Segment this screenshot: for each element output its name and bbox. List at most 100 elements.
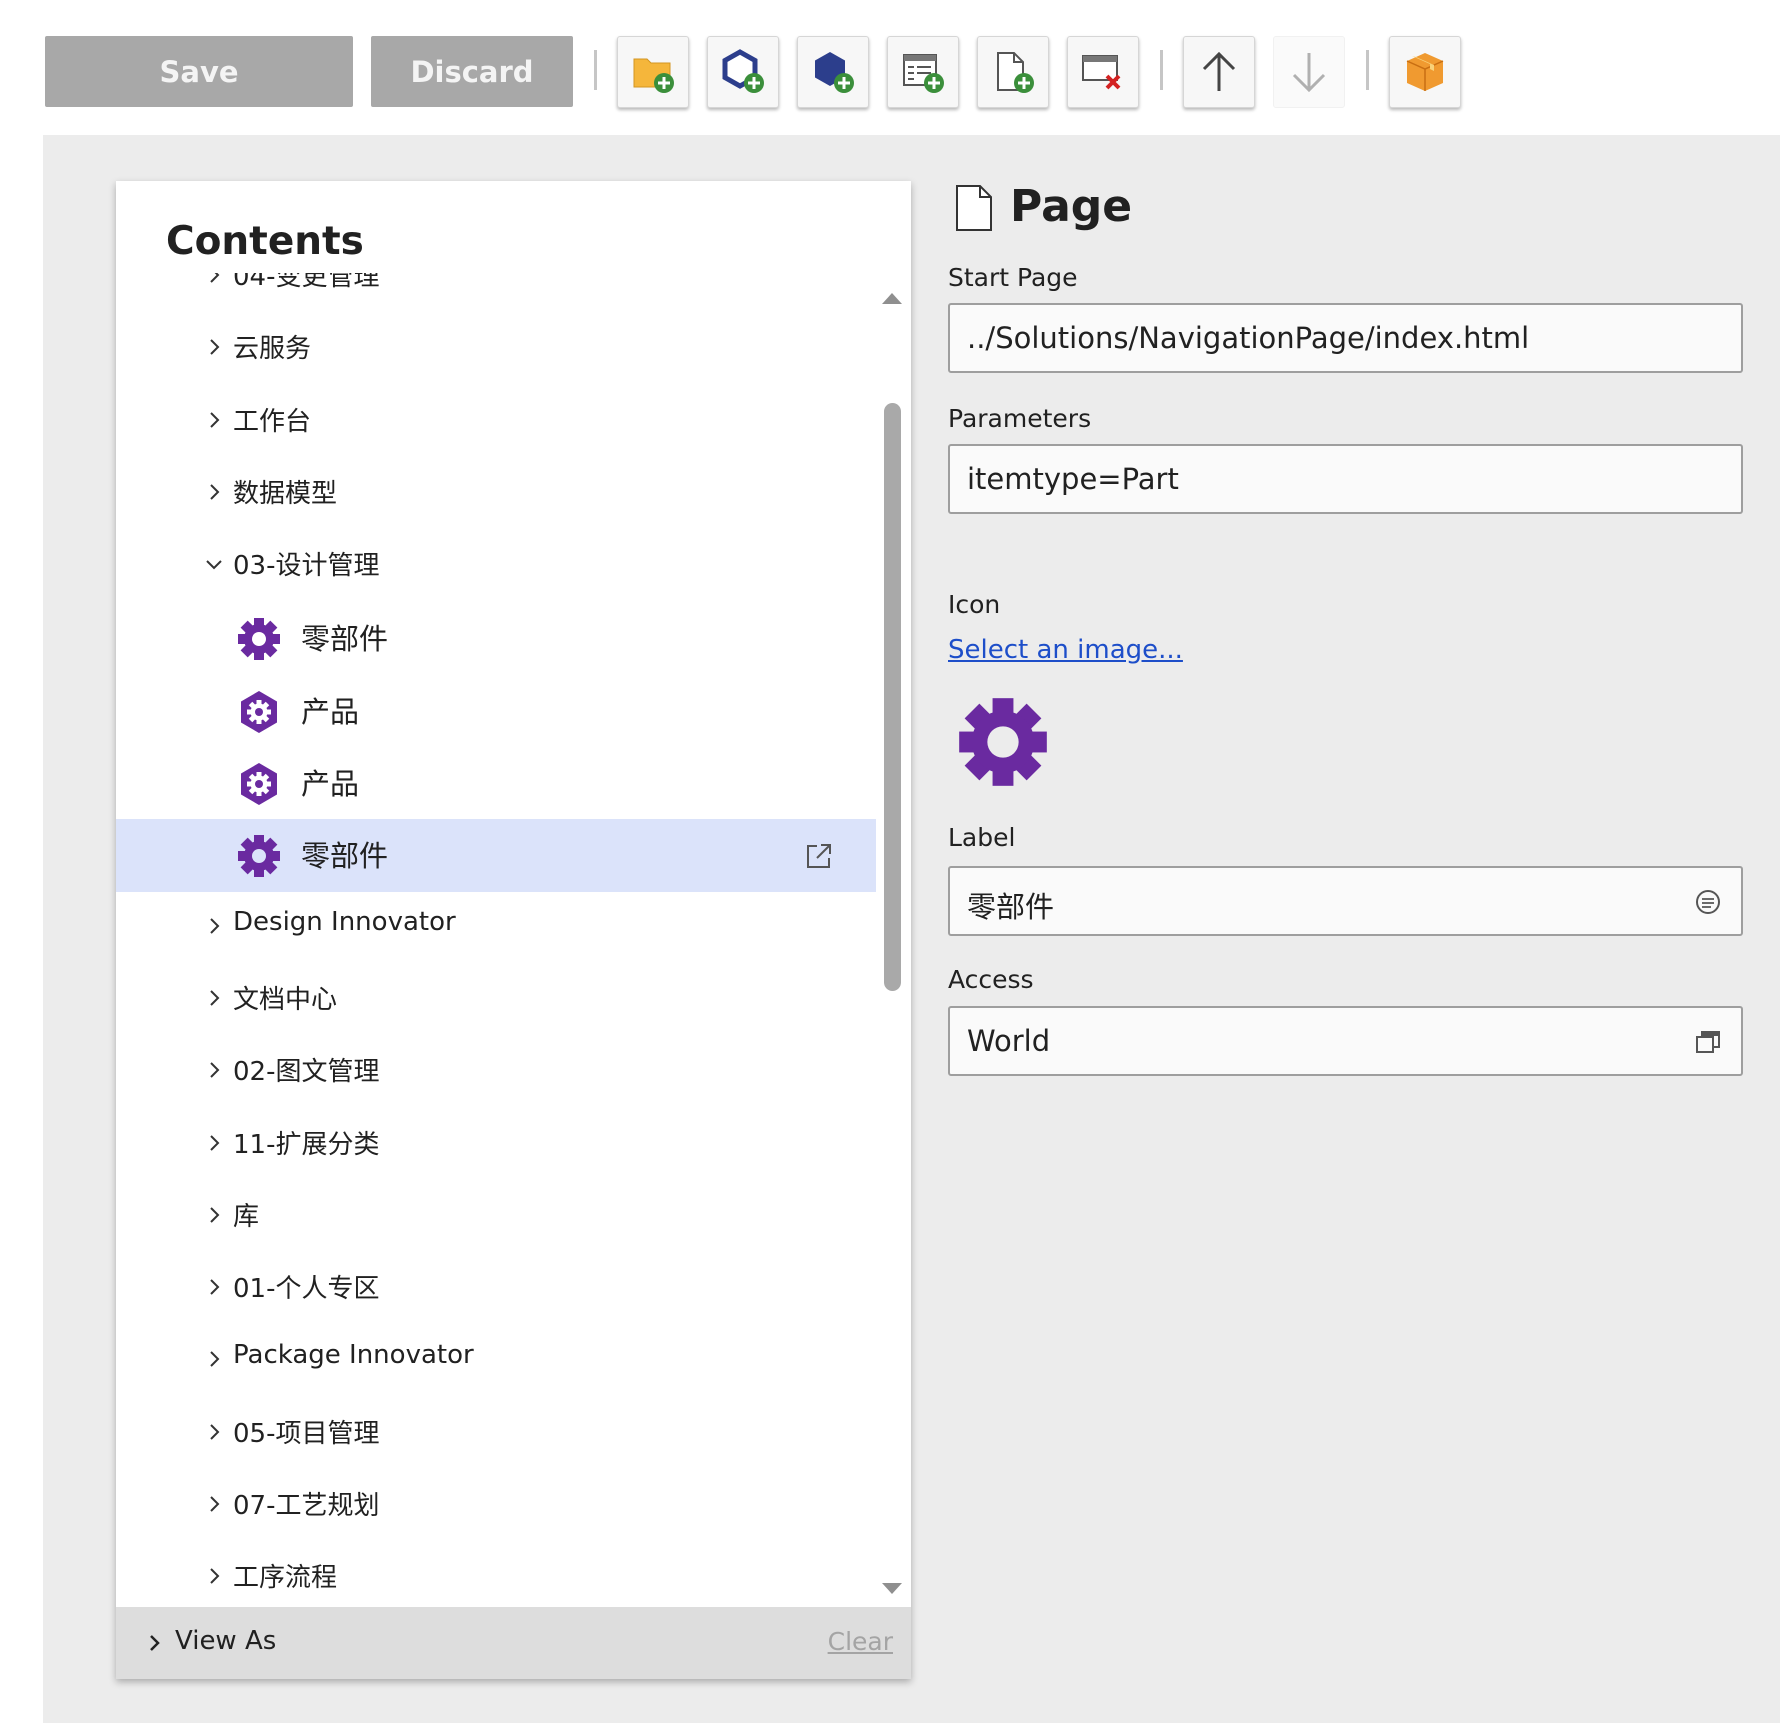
chevron-right-icon[interactable] [204,337,224,357]
chevron-right-icon[interactable] [204,1277,224,1297]
tree-item-label: 05-项目管理 [233,1418,380,1449]
discard-button[interactable]: Discard [371,36,573,107]
tree-item-label: 02-图文管理 [233,1057,380,1088]
chevron-right-icon[interactable] [204,1133,224,1153]
tree-item[interactable]: 11-扩展分类 [116,1109,876,1181]
delete-button[interactable] [1067,36,1139,108]
label-field-label: Label [948,823,1016,852]
toolbar-divider [1366,50,1369,90]
contents-title: Contents [166,219,364,264]
open-external-icon[interactable] [804,841,834,871]
add-list-button[interactable] [887,36,959,108]
start-page-field[interactable]: ../Solutions/NavigationPage/index.html [948,303,1743,373]
tree-item-label: Package Innovator [233,1340,474,1371]
tree-viewport[interactable]: 04-变更管理 云服务 工作台 数据模型 03-设计管理 零部件 产品 产品 零… [116,273,876,1590]
tree-item[interactable]: Package Innovator [116,1325,876,1397]
page-icon [956,185,992,231]
tree-item-label: 零部件 [301,839,389,874]
chevron-right-icon[interactable] [204,988,224,1008]
scrollbar-thumb[interactable] [884,403,901,991]
access-value: World [967,1024,1051,1058]
label-field[interactable]: 零部件 [948,866,1743,936]
tree-item[interactable]: 文档中心 [116,964,876,1036]
tree-item[interactable]: 07-工艺规划 [116,1470,876,1542]
tree-item-label: 产品 [301,767,360,802]
save-button[interactable]: Save [45,36,353,107]
chevron-right-icon[interactable] [204,482,224,502]
chevron-right-icon[interactable] [204,1422,224,1442]
tree-item-label: 云服务 [233,334,312,365]
toolbar-divider [1160,50,1163,90]
chevron-right-icon[interactable] [204,1205,224,1225]
clear-link[interactable]: Clear [828,1627,893,1656]
chevron-right-icon[interactable] [144,1633,164,1653]
add-itemtype-outline-button[interactable] [707,36,779,108]
tree-item[interactable]: 01-个人专区 [116,1253,876,1325]
icon-label: Icon [948,590,1001,619]
move-down-button[interactable] [1273,36,1345,108]
tree-child-item[interactable]: 零部件 [116,602,876,674]
tree-item[interactable]: 工作台 [116,386,876,458]
tree-item[interactable]: 库 [116,1181,876,1253]
access-field[interactable]: World [948,1006,1743,1076]
tree-child-item-selected[interactable]: 零部件 [116,819,876,892]
tree-item-label: 零部件 [301,622,389,657]
add-itemtype-filled-button[interactable] [797,36,869,108]
tree-child-item[interactable]: 产品 [116,675,876,747]
delete-icon [1082,55,1121,90]
scroll-down-arrow[interactable] [882,1583,902,1594]
tree-item-label: 11-扩展分类 [233,1129,380,1160]
add-itemtype-outline-icon [722,49,764,93]
view-as-toggle[interactable]: View As [175,1626,276,1656]
tree-item[interactable]: 03-设计管理 [116,530,876,602]
tree-list: 04-变更管理 云服务 工作台 数据模型 03-设计管理 零部件 产品 产品 零… [116,273,876,1590]
tree-item[interactable]: 02-图文管理 [116,1036,876,1108]
tree-item-label: Design Innovator [233,906,456,937]
toolbar-divider [594,50,597,90]
contents-panel: Contents 04-变更管理 云服务 工作台 数据模型 03-设计管理 零部… [116,181,911,1679]
hex-gear-icon [241,690,277,733]
label-value: 零部件 [967,890,1055,924]
move-down-icon [1292,53,1326,93]
translate-comment-icon[interactable] [1693,887,1723,917]
select-image-link[interactable]: Select an image... [948,635,1183,665]
tree-item-label: 工作台 [233,406,312,437]
chevron-right-icon[interactable] [204,273,224,285]
tree-item[interactable]: 工序流程 [116,1542,876,1590]
tree-item-label: 07-工艺规划 [233,1491,380,1522]
chevron-right-icon[interactable] [204,1566,224,1586]
new-folder-button[interactable] [617,36,689,108]
tree-child-item[interactable]: 产品 [116,747,876,819]
tree-item[interactable]: 04-变更管理 [116,273,876,313]
parameters-field[interactable]: itemtype=Part [948,444,1743,514]
chevron-right-icon[interactable] [204,1494,224,1514]
properties-title: Page [1010,181,1133,232]
tree-item[interactable]: 05-项目管理 [116,1398,876,1470]
chevron-right-icon[interactable] [204,1060,224,1080]
tree-item[interactable]: 数据模型 [116,458,876,530]
tree-item-label: 数据模型 [233,478,338,509]
hex-gear-icon [241,763,277,806]
tree-item-label: 库 [233,1201,260,1232]
tree-item[interactable]: 云服务 [116,313,876,385]
chevron-right-icon[interactable] [204,410,224,430]
add-itemtype-filled-icon [815,52,854,93]
tree-item-label: 04-变更管理 [233,273,380,292]
chevron-down-icon[interactable] [204,554,224,574]
toolbar: Save Discard [0,0,1780,130]
package-button[interactable] [1389,36,1461,108]
chevron-right-icon[interactable] [204,916,224,936]
gear-icon [959,698,1047,786]
access-label: Access [948,965,1034,994]
chevron-right-icon[interactable] [204,1349,224,1369]
tree-item-label: 03-设计管理 [233,551,380,582]
open-dialog-icon[interactable] [1693,1027,1723,1057]
tree-item-label: 工序流程 [233,1563,338,1590]
move-up-button[interactable] [1183,36,1255,108]
scroll-up-arrow[interactable] [882,293,902,304]
tree-item[interactable]: Design Innovator [116,892,876,964]
parameters-value: itemtype=Part [967,462,1179,496]
gear-icon [238,835,280,878]
add-page-button[interactable] [977,36,1049,108]
start-page-value: ../Solutions/NavigationPage/index.html [967,321,1530,355]
